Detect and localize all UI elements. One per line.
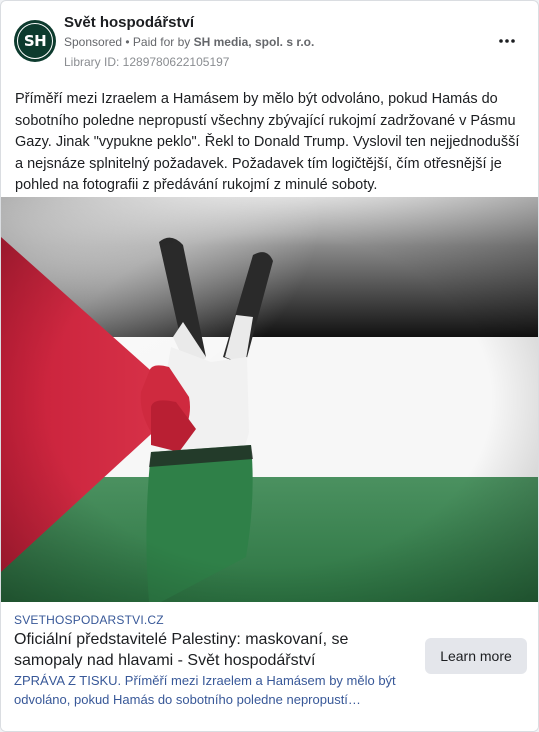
ad-card: SH Svět hospodářství Sponsored • Paid fo… bbox=[0, 0, 539, 732]
link-preview[interactable]: SVETHOSPODARSTVI.CZ Oficiální představit… bbox=[1, 605, 538, 731]
peace-hand-flag-image bbox=[1, 197, 538, 602]
link-description[interactable]: ZPRÁVA Z TISKU. Příměří mezi Izraelem a … bbox=[14, 671, 414, 709]
separator: • bbox=[122, 35, 133, 49]
post-text: Příměří mezi Izraelem a Hamásem by mělo … bbox=[15, 91, 520, 193]
avatar-logo: SH bbox=[17, 23, 53, 59]
link-title[interactable]: Oficiální představitelé Palestiny: masko… bbox=[14, 629, 414, 671]
page-name[interactable]: Svět hospodářství bbox=[64, 14, 194, 31]
learn-more-button[interactable]: Learn more bbox=[425, 638, 527, 674]
link-domain[interactable]: SVETHOSPODARSTVI.CZ bbox=[14, 613, 164, 627]
paid-for-prefix: Paid for by bbox=[132, 35, 194, 49]
sponsor-line: Sponsored • Paid for by SH media, spol. … bbox=[64, 35, 314, 49]
more-options-button[interactable] bbox=[493, 31, 521, 51]
sponsored-label: Sponsored bbox=[64, 35, 123, 49]
ad-image[interactable] bbox=[1, 197, 538, 602]
payer-name: SH media, spol. s r.o. bbox=[193, 35, 315, 49]
ad-header: SH Svět hospodářství Sponsored • Paid fo… bbox=[1, 1, 538, 81]
library-id: Library ID: 1289780622105197 bbox=[64, 55, 230, 69]
avatar[interactable]: SH bbox=[14, 20, 56, 62]
more-horizontal-icon bbox=[499, 39, 515, 43]
